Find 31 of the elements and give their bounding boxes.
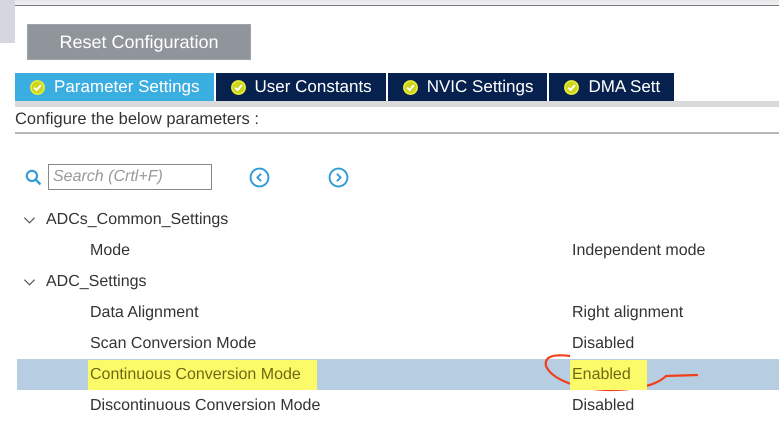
- parameter-row[interactable]: Scan Conversion Mode Disabled: [17, 328, 779, 359]
- search-icon: [25, 168, 42, 186]
- parameter-row[interactable]: Mode Independent mode: [17, 235, 779, 266]
- previous-icon[interactable]: [249, 166, 270, 188]
- parameter-name: Scan Conversion Mode: [90, 334, 256, 352]
- group-label: ADC_Settings: [46, 272, 146, 290]
- tab[interactable]: NVIC Settings: [388, 73, 548, 101]
- tab[interactable]: User Constants: [216, 73, 386, 101]
- search-field[interactable]: Search (Crtl+F): [48, 164, 212, 190]
- parameter-value: Enabled: [570, 360, 647, 390]
- check-circle-icon: [29, 78, 46, 96]
- parameter-name: Discontinuous Conversion Mode: [90, 396, 320, 414]
- group-label: ADCs_Common_Settings: [46, 210, 228, 228]
- parameter-name: Data Alignment: [90, 304, 199, 322]
- parameter-row[interactable]: Discontinuous Conversion Mode Disabled: [17, 390, 779, 421]
- parameter-name: Mode: [90, 242, 130, 260]
- side-panel-background: [0, 0, 15, 43]
- check-circle-icon: [402, 78, 419, 96]
- chevron-down-icon[interactable]: [23, 214, 36, 224]
- check-circle-icon: [230, 78, 247, 96]
- parameter-name: Continuous Conversion Mode: [88, 360, 317, 390]
- tab[interactable]: DMA Sett: [549, 73, 674, 101]
- next-icon[interactable]: [328, 166, 349, 188]
- check-circle-icon: [563, 78, 580, 96]
- caption-text: Configure the below parameters :: [15, 107, 779, 134]
- parameter-row[interactable]: Data Alignment Right alignment: [17, 297, 779, 328]
- parameter-value: Disabled: [572, 396, 634, 414]
- parameter-value: Independent mode: [572, 242, 706, 260]
- parameter-value: Right alignment: [572, 304, 684, 322]
- chevron-down-icon[interactable]: [23, 276, 36, 286]
- parameter-value: Disabled: [572, 334, 634, 352]
